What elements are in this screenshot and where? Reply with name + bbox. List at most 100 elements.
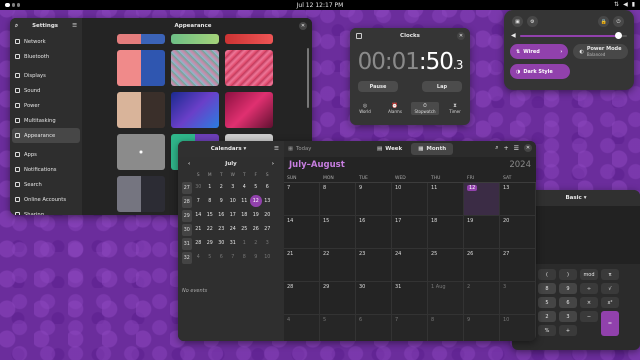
- week-view-tab[interactable]: ▤ Week: [370, 143, 409, 155]
- day-cell[interactable]: 20: [500, 216, 536, 249]
- calc-key[interactable]: 6: [559, 297, 577, 308]
- mini-day[interactable]: 24: [227, 223, 239, 235]
- calc-key[interactable]: x²: [601, 297, 619, 308]
- menu-icon[interactable]: ☰: [72, 23, 77, 29]
- day-cell[interactable]: 29: [320, 282, 356, 315]
- day-cell[interactable]: 6: [356, 315, 392, 341]
- wallpaper-pixels-thin[interactable]: [171, 34, 219, 44]
- tab-alarms[interactable]: ⏰ Alarms: [381, 102, 409, 115]
- day-cell[interactable]: 26: [464, 249, 500, 282]
- volume-slider[interactable]: ◀: [504, 27, 634, 39]
- mini-day[interactable]: 12: [250, 195, 262, 207]
- day-cell[interactable]: 11: [428, 183, 464, 216]
- mini-day[interactable]: 8: [239, 251, 251, 263]
- calc-key[interactable]: 5: [538, 297, 556, 308]
- day-cell[interactable]: 21: [284, 249, 320, 282]
- day-cell[interactable]: 27: [500, 249, 536, 282]
- mini-day[interactable]: 27: [262, 223, 274, 235]
- mini-day[interactable]: 19: [250, 209, 262, 221]
- week-number[interactable]: 27: [182, 182, 192, 194]
- wallpaper-sand-drops[interactable]: [117, 92, 165, 128]
- mini-day[interactable]: 13: [262, 195, 274, 207]
- calc-key[interactable]: 2: [538, 311, 556, 322]
- calc-key[interactable]: ×: [580, 297, 598, 308]
- mini-day[interactable]: 6: [262, 181, 274, 193]
- sidebar-item-online-accounts[interactable]: Online Accounts: [10, 192, 82, 207]
- calc-key[interactable]: ÷: [580, 283, 598, 294]
- day-cell[interactable]: 30: [356, 282, 392, 315]
- close-icon[interactable]: ✕: [457, 32, 465, 40]
- dark-style-toggle[interactable]: ◑ Dark Style: [510, 64, 570, 79]
- mini-day[interactable]: 31: [227, 237, 239, 249]
- mini-day[interactable]: 4: [193, 251, 205, 263]
- search-icon[interactable]: ⌕: [495, 144, 498, 152]
- week-number[interactable]: 29: [182, 210, 192, 222]
- wallpaper-pixel-mosaic[interactable]: [171, 50, 219, 86]
- lap-list-icon[interactable]: [356, 33, 362, 39]
- week-number[interactable]: 32: [182, 252, 192, 264]
- mini-day[interactable]: 3: [262, 237, 274, 249]
- day-cell[interactable]: 13: [500, 183, 536, 216]
- pause-button[interactable]: Pause: [358, 81, 398, 92]
- day-cell[interactable]: 9: [356, 183, 392, 216]
- month-view-tab[interactable]: ▦ Month: [411, 143, 454, 155]
- mini-day[interactable]: 5: [250, 181, 262, 193]
- day-cell[interactable]: 24: [392, 249, 428, 282]
- sidebar-item-bluetooth[interactable]: Bluetooth: [10, 49, 82, 64]
- chevron-down-icon[interactable]: ▾: [582, 195, 587, 201]
- day-cell[interactable]: 5: [320, 315, 356, 341]
- day-cell[interactable]: 8: [320, 183, 356, 216]
- mini-day[interactable]: 18: [239, 209, 251, 221]
- sidebar-item-notifications[interactable]: Notifications: [10, 162, 82, 177]
- day-cell[interactable]: 19: [464, 216, 500, 249]
- calc-key[interactable]: %: [538, 325, 556, 336]
- mini-day[interactable]: 25: [239, 223, 251, 235]
- lap-button[interactable]: Lap: [422, 81, 462, 92]
- day-cell[interactable]: 10: [392, 183, 428, 216]
- mini-day[interactable]: 30: [193, 181, 205, 193]
- calc-key[interactable]: ): [559, 269, 577, 280]
- wallpaper-blue-red-thin[interactable]: [117, 34, 165, 44]
- mini-day[interactable]: 28: [193, 237, 205, 249]
- close-icon[interactable]: ✕: [524, 144, 532, 152]
- mini-day[interactable]: 3: [227, 181, 239, 193]
- mini-day[interactable]: 2: [250, 237, 262, 249]
- calc-key[interactable]: π: [601, 269, 619, 280]
- sidebar-item-network[interactable]: Network: [10, 34, 82, 49]
- calc-key[interactable]: (: [538, 269, 556, 280]
- sidebar-item-displays[interactable]: Displays: [10, 68, 82, 83]
- wallpaper-blue-waves[interactable]: [171, 92, 219, 128]
- mini-day[interactable]: 23: [216, 223, 228, 235]
- settings-gear-icon[interactable]: ⚙: [526, 16, 538, 27]
- day-cell[interactable]: 2: [464, 282, 500, 315]
- day-cell[interactable]: 9: [464, 315, 500, 341]
- day-cell[interactable]: 3: [500, 282, 536, 315]
- mini-day[interactable]: 7: [227, 251, 239, 263]
- close-icon[interactable]: ✕: [299, 22, 307, 30]
- mini-day[interactable]: 5: [204, 251, 216, 263]
- mini-day[interactable]: 1: [204, 181, 216, 193]
- mini-day[interactable]: 11: [239, 195, 251, 207]
- sidebar-item-appearance[interactable]: Appearance: [12, 128, 80, 143]
- scrollbar[interactable]: [307, 48, 309, 108]
- wallpaper-grey-dark[interactable]: [117, 176, 165, 212]
- week-number[interactable]: 28: [182, 196, 192, 208]
- activities-button[interactable]: [5, 3, 20, 7]
- previous-month-button[interactable]: ‹: [188, 161, 190, 167]
- today-button[interactable]: ▦ Today: [288, 146, 311, 152]
- calc-key[interactable]: −: [580, 311, 598, 322]
- day-cell[interactable]: 14: [284, 216, 320, 249]
- mini-day[interactable]: 10: [227, 195, 239, 207]
- tab-world[interactable]: ◎ World: [351, 102, 379, 115]
- mini-day[interactable]: 4: [239, 181, 251, 193]
- calc-key[interactable]: √: [601, 283, 619, 294]
- wallpaper-magenta-waves[interactable]: [225, 92, 273, 128]
- mini-day[interactable]: 7: [193, 195, 205, 207]
- mini-day[interactable]: 2: [216, 181, 228, 193]
- day-cell[interactable]: 12: [464, 183, 500, 216]
- day-cell[interactable]: 1 Aug: [428, 282, 464, 315]
- wallpaper-red-mosaic[interactable]: [225, 50, 273, 86]
- sidebar-item-apps[interactable]: Apps: [10, 147, 82, 162]
- mini-day[interactable]: 26: [250, 223, 262, 235]
- day-cell[interactable]: 23: [356, 249, 392, 282]
